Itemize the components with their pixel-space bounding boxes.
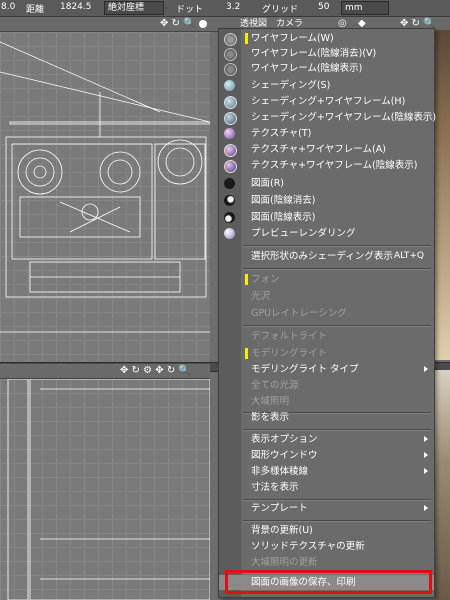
- coord-select[interactable]: 絶対座標: [104, 1, 164, 15]
- menu-item-gpu-raytracing[interactable]: GPUレイトレーシング: [219, 306, 434, 321]
- menu-item-texture-wire[interactable]: テクスチャ+ワイヤフレーム(A): [219, 142, 434, 157]
- submenu-arrow-icon: [424, 436, 428, 442]
- dot-value: 3.2: [226, 2, 241, 12]
- menu-item-update-solid-texture[interactable]: ソリッドテクスチャの更新: [219, 539, 434, 554]
- menu-separator: [243, 429, 431, 431]
- drawing-hidden-sphere-icon: [224, 195, 235, 206]
- viewport-top-left-header: ✥ ↻ 🔍: [0, 17, 210, 32]
- menu-item-show-dimensions[interactable]: 寸法を表示: [219, 480, 434, 495]
- menu-item-wireframe-show[interactable]: ワイヤフレーム(陰線表示): [219, 61, 434, 76]
- menu-item-wireframe[interactable]: ワイヤフレーム(W): [219, 31, 434, 46]
- menu-item-all-light-sources[interactable]: 全ての光源: [219, 378, 434, 393]
- menu-item-shading-wire[interactable]: シェーディング+ワイヤフレーム(H): [219, 94, 434, 109]
- unit-select[interactable]: mm: [341, 1, 389, 15]
- highlight-annotation-box: [225, 570, 432, 594]
- menu-item-template[interactable]: テンプレート: [219, 501, 434, 516]
- menu-item-drawing-hidden[interactable]: 図面(陰線消去): [219, 193, 434, 208]
- wireframe-show-sphere-icon: [224, 63, 237, 76]
- menu-item-modeling-light-type[interactable]: モデリングライト タイプ: [219, 362, 434, 377]
- menu-item-update-background[interactable]: 背景の更新(U): [219, 523, 434, 538]
- wireframe-hidden-sphere-icon: [224, 48, 237, 61]
- toolbar-value-left: 8.0: [1, 2, 16, 12]
- menu-item-shape-window[interactable]: 図形ウインドウ: [219, 448, 434, 463]
- submenu-arrow-icon: [424, 366, 428, 372]
- active-marker: [245, 33, 248, 44]
- menu-separator: [243, 325, 431, 327]
- active-marker: [245, 348, 248, 359]
- menu-item-sky-light[interactable]: 大域照明: [219, 394, 434, 409]
- menu-separator: [243, 520, 431, 522]
- menu-separator: [243, 245, 431, 247]
- menu-item-texture[interactable]: テクスチャ(T): [219, 126, 434, 141]
- display-mode-context-menu: ワイヤフレーム(W) ワイヤフレーム(陰線消去)(V) ワイヤフレーム(陰線表示…: [218, 28, 436, 598]
- wireframe-drawing-bottom: [7, 379, 210, 600]
- drawing-sphere-icon: [224, 178, 235, 189]
- menu-item-update-sky-light[interactable]: 大域照明の更新: [219, 555, 434, 570]
- active-marker: [245, 274, 248, 285]
- viewport-bottom-left[interactable]: [0, 379, 210, 600]
- submenu-arrow-icon: [424, 452, 428, 458]
- menu-item-gloss[interactable]: 光沢: [219, 289, 434, 304]
- menu-item-non-manifold-edges[interactable]: 非多様体稜線: [219, 464, 434, 479]
- submenu-arrow-icon: [424, 468, 428, 474]
- texture-sphere-icon: [224, 128, 235, 139]
- dot-label: ドット: [176, 5, 204, 15]
- menu-item-preview-render[interactable]: プレビューレンダリング: [219, 226, 434, 241]
- menu-item-shading[interactable]: シェーディング(S): [219, 78, 434, 93]
- top-toolbar: 8.0 距離 1824.5 絶対座標 ドット 3.2 グリッド 50 mm: [0, 0, 450, 17]
- menu-separator: [243, 268, 431, 270]
- menu-item-selected-shading[interactable]: 選択形状のみシェーディング表示 ALT+Q: [219, 249, 434, 264]
- render-preview-strip-bottom: [435, 370, 450, 600]
- shading-wire-sphere-icon: [224, 96, 237, 109]
- distance-label: 距離: [26, 5, 45, 15]
- render-preview-strip: [435, 30, 450, 360]
- menu-item-phong[interactable]: フォン: [219, 272, 434, 287]
- shading-wire-show-sphere-icon: [224, 112, 237, 125]
- shading-sphere-icon: [224, 80, 235, 91]
- submenu-arrow-icon: [424, 505, 428, 511]
- menu-item-default-light[interactable]: デフォルトライト: [219, 329, 434, 344]
- menu-item-drawing-show[interactable]: 図面(陰線表示): [219, 210, 434, 225]
- preview-render-sphere-icon: [224, 228, 235, 239]
- view-mode-sphere-icon[interactable]: [199, 20, 207, 28]
- viewport-top-left[interactable]: [0, 32, 210, 362]
- menu-item-texture-wire-show[interactable]: テクスチャ+ワイヤフレーム(陰線表示): [219, 158, 434, 173]
- view-tool-icons[interactable]: ✥ ↻ 🔍: [160, 17, 196, 31]
- menu-item-shading-wire-show[interactable]: シェーディング+ワイヤフレーム(陰線表示): [219, 110, 436, 125]
- distance-value: 1824.5: [60, 2, 92, 12]
- menu-item-wireframe-hidden[interactable]: ワイヤフレーム(陰線消去)(V): [219, 46, 434, 61]
- grid-value: 50: [318, 2, 330, 12]
- texture-wire-sphere-icon: [224, 144, 237, 157]
- menu-item-display-options[interactable]: 表示オプション: [219, 432, 434, 447]
- menu-item-show-shadow[interactable]: 影を表示: [219, 410, 434, 425]
- shortcut-label: ALT+Q: [393, 251, 424, 261]
- view-tool-icons-bottom[interactable]: ✥ ↻ ⚙ ✥ ↻ 🔍: [120, 364, 191, 378]
- texture-wire-show-sphere-icon: [224, 160, 237, 173]
- menu-item-drawing[interactable]: 図面(R): [219, 176, 434, 191]
- grid-label: グリッド: [262, 5, 299, 15]
- wireframe-drawing: [0, 41, 210, 333]
- wireframe-sphere-icon: [224, 33, 237, 46]
- viewport-bottom-left-header: ✥ ↻ ⚙ ✥ ↻ 🔍: [0, 364, 210, 379]
- menu-item-modeling-light[interactable]: モデリングライト: [219, 346, 434, 361]
- drawing-show-sphere-icon: [224, 212, 235, 223]
